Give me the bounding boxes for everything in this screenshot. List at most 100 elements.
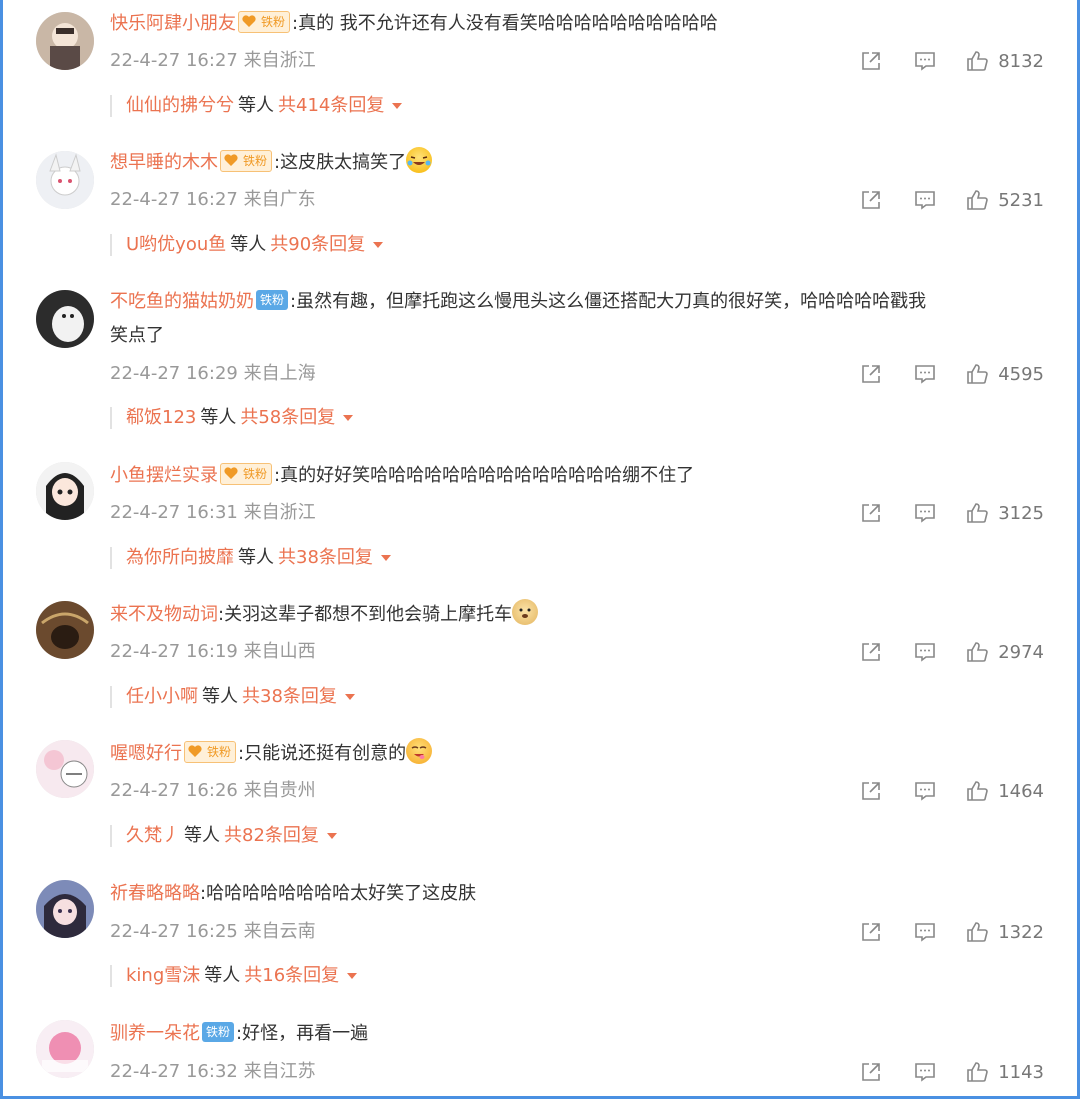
comment-content: :关羽这辈子都想不到他会骑上摩托车 [218, 604, 513, 625]
like-button[interactable]: 8132 [964, 48, 1044, 74]
reply-summary[interactable]: 任小小啊 等人 共38条回复 [110, 686, 355, 708]
comment-text-line: 快乐阿肆小朋友 铁粉:真的 我不允许还有人没有看笑哈哈哈哈哈哈哈哈哈哈 [110, 8, 1055, 40]
share-icon[interactable] [858, 361, 884, 387]
comment-actions: 1143 [830, 1059, 1044, 1085]
like-button[interactable]: 3125 [964, 500, 1044, 526]
share-icon[interactable] [858, 1059, 884, 1085]
avatar[interactable] [36, 151, 94, 209]
avatar[interactable] [36, 1020, 94, 1078]
comment-icon[interactable] [912, 361, 938, 387]
reply-user[interactable]: 久梵丿 [126, 825, 180, 846]
reply-total[interactable]: 共82条回复 [224, 825, 319, 846]
chevron-down-icon[interactable] [380, 555, 391, 561]
reply-total[interactable]: 共90条回复 [270, 234, 365, 255]
avatar[interactable] [36, 880, 94, 938]
comment-content: :好怪，再看一遍 [236, 1023, 369, 1044]
thumbs-up-icon [964, 500, 990, 526]
avatar[interactable] [36, 601, 94, 659]
reply-user[interactable]: 為你所向披靡 [126, 547, 234, 568]
doge-emoji [512, 599, 539, 625]
iron-fan-badge[interactable]: 铁粉 [238, 11, 291, 33]
share-icon[interactable] [858, 639, 884, 665]
like-count: 3125 [998, 502, 1044, 524]
reply-total[interactable]: 共38条回复 [242, 686, 337, 707]
like-count: 4595 [998, 363, 1044, 385]
like-button[interactable]: 5231 [964, 187, 1044, 213]
username[interactable]: 小鱼摆烂实录 [110, 465, 218, 486]
like-button[interactable]: 1143 [964, 1059, 1044, 1085]
iron-fan-badge[interactable]: 铁粉 [220, 150, 273, 172]
like-button[interactable]: 1322 [964, 919, 1044, 945]
heart-icon [224, 154, 238, 166]
reply-summary[interactable]: king雪沫 等人 共16条回复 [110, 965, 358, 987]
avatar[interactable] [36, 290, 94, 348]
reply-summary[interactable]: 為你所向披靡 等人 共38条回复 [110, 547, 391, 569]
avatar[interactable] [36, 12, 94, 70]
reply-user[interactable]: 郗饭123 [126, 407, 196, 428]
comment-icon[interactable] [912, 919, 938, 945]
like-count: 8132 [998, 50, 1044, 72]
chevron-down-icon[interactable] [373, 242, 384, 248]
chevron-down-icon[interactable] [344, 694, 355, 700]
reply-summary[interactable]: U哟优you鱼 等人 共90条回复 [110, 234, 384, 256]
username[interactable]: 快乐阿肆小朋友 [110, 13, 236, 34]
comment-icon[interactable] [912, 778, 938, 804]
reply-summary[interactable]: 仙仙的拂兮兮 等人 共414条回复 [110, 95, 403, 117]
comment-icon[interactable] [912, 500, 938, 526]
share-icon[interactable] [858, 778, 884, 804]
reply-user[interactable]: 任小小啊 [126, 686, 198, 707]
comment-meta: 22-4-27 16:25 来自云南 [110, 921, 316, 942]
thumbs-up-icon [964, 1059, 990, 1085]
comment-text-line: 想早睡的木木 铁粉:这皮肤太搞笑了 [110, 147, 1055, 179]
reply-user[interactable]: 仙仙的拂兮兮 [126, 95, 234, 116]
username[interactable]: 来不及物动词 [110, 604, 218, 625]
comment-actions: 4595 [830, 361, 1044, 387]
comment-icon[interactable] [912, 1059, 938, 1085]
comment-actions: 2974 [830, 639, 1044, 665]
reply-summary[interactable]: 郗饭123 等人 共58条回复 [110, 407, 354, 429]
comment-meta: 22-4-27 16:32 来自江苏 [110, 1061, 316, 1082]
chevron-down-icon[interactable] [347, 973, 358, 979]
heart-icon [242, 15, 256, 27]
iron-fan-badge[interactable]: 铁粉 [202, 1022, 235, 1042]
reply-total[interactable]: 共58条回复 [240, 407, 335, 428]
yummy-emoji [406, 738, 433, 764]
reply-user[interactable]: U哟优you鱼 [126, 234, 226, 255]
username[interactable]: 想早睡的木木 [110, 152, 218, 173]
avatar[interactable] [36, 462, 94, 520]
comment-content: :真的 我不允许还有人没有看笑哈哈哈哈哈哈哈哈哈哈 [292, 13, 718, 34]
comment-actions: 3125 [830, 500, 1044, 526]
username[interactable]: 祈春略略略 [110, 883, 200, 904]
reply-total[interactable]: 共414条回复 [278, 95, 384, 116]
reply-user[interactable]: king雪沫 [126, 965, 200, 986]
chevron-down-icon[interactable] [392, 103, 403, 109]
comment-icon[interactable] [912, 48, 938, 74]
reply-summary[interactable]: 久梵丿 等人 共82条回复 [110, 825, 337, 847]
share-icon[interactable] [858, 919, 884, 945]
chevron-down-icon[interactable] [326, 833, 337, 839]
chevron-down-icon[interactable] [343, 415, 354, 421]
iron-fan-badge[interactable]: 铁粉 [256, 290, 289, 310]
comment-meta: 22-4-27 16:26 来自贵州 [110, 780, 316, 801]
like-count: 1322 [998, 921, 1044, 943]
reply-total[interactable]: 共16条回复 [244, 965, 339, 986]
thumbs-up-icon [964, 778, 990, 804]
comment-icon[interactable] [912, 187, 938, 213]
like-count: 1464 [998, 780, 1044, 802]
like-button[interactable]: 2974 [964, 639, 1044, 665]
comment-text-line: 小鱼摆烂实录 铁粉:真的好好笑哈哈哈哈哈哈哈哈哈哈哈哈哈哈绷不住了 [110, 460, 1055, 492]
like-button[interactable]: 4595 [964, 361, 1044, 387]
reply-total[interactable]: 共38条回复 [278, 547, 373, 568]
comment-icon[interactable] [912, 639, 938, 665]
iron-fan-badge[interactable]: 铁粉 [184, 741, 237, 763]
username[interactable]: 不吃鱼的猫姑奶奶 [110, 291, 254, 312]
like-button[interactable]: 1464 [964, 778, 1044, 804]
username[interactable]: 驯养一朵花 [110, 1023, 200, 1044]
username[interactable]: 喔嗯好行 [110, 743, 182, 764]
comment-content: :真的好好笑哈哈哈哈哈哈哈哈哈哈哈哈哈哈绷不住了 [274, 465, 695, 486]
iron-fan-badge[interactable]: 铁粉 [220, 463, 273, 485]
share-icon[interactable] [858, 48, 884, 74]
avatar[interactable] [36, 740, 94, 798]
share-icon[interactable] [858, 500, 884, 526]
share-icon[interactable] [858, 187, 884, 213]
